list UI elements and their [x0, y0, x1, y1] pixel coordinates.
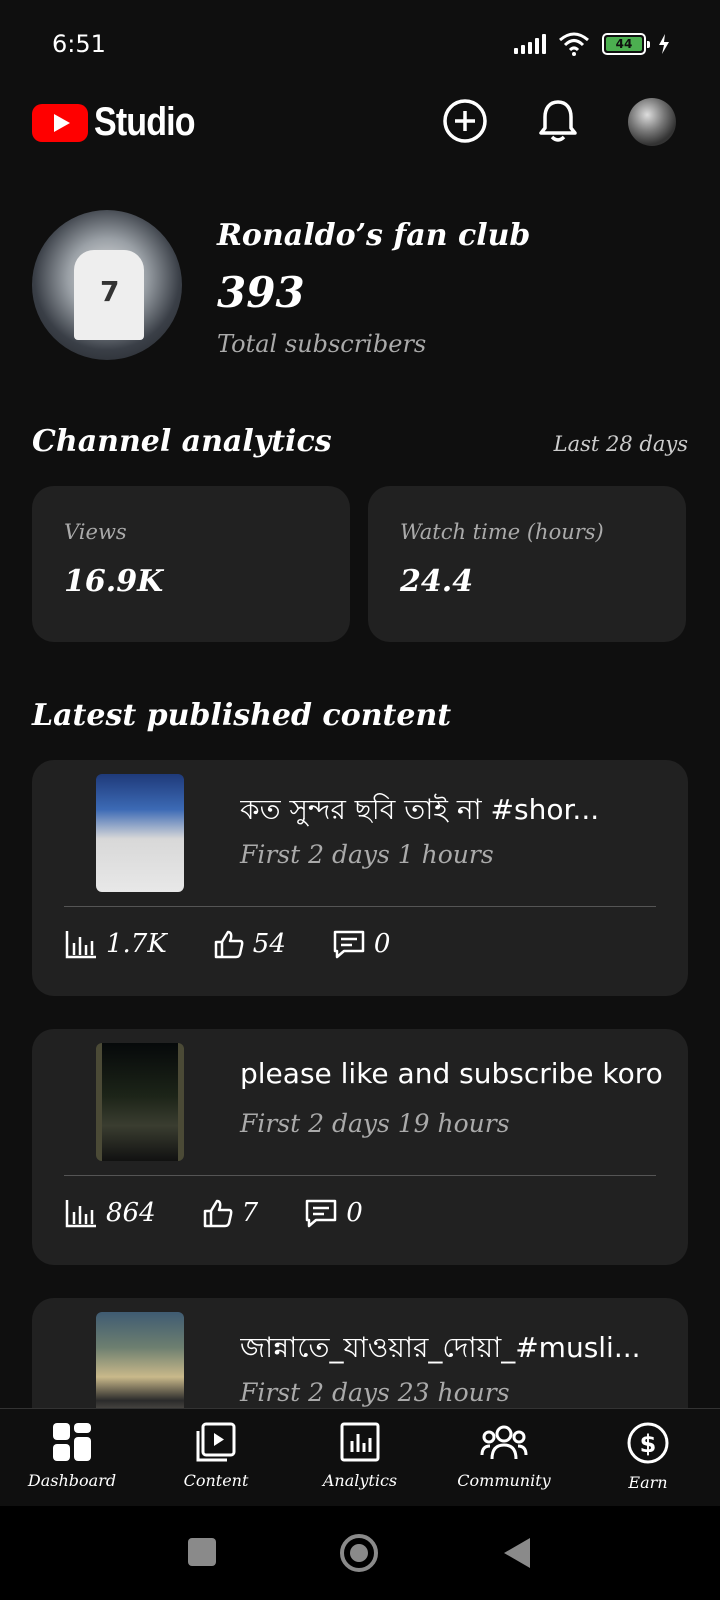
account-avatar[interactable]: [628, 98, 676, 146]
analytics-title: Channel analytics: [32, 424, 332, 459]
channel-avatar[interactable]: 7: [32, 210, 182, 360]
create-icon: [443, 99, 487, 143]
divider: [64, 1175, 656, 1176]
content-icon: [196, 1422, 236, 1462]
youtube-studio-logo[interactable]: Studio: [32, 100, 212, 145]
logo-text: Studio: [94, 100, 196, 144]
video-age: First 2 days 23 hours: [240, 1378, 510, 1407]
nav-analytics[interactable]: Analytics: [288, 1409, 432, 1506]
video-title: জান্নাতে_যাওয়ার_দোয়া_#musli...: [240, 1331, 641, 1364]
likes-count: 7: [241, 1198, 259, 1228]
subscriber-count: 393: [217, 268, 305, 317]
nav-label: Content: [183, 1471, 249, 1490]
likes-stat: 54: [213, 929, 286, 959]
views-count: 1.7K: [106, 929, 167, 959]
views-count: 864: [106, 1198, 156, 1228]
comments-stat: 0: [332, 928, 391, 960]
community-icon: [480, 1425, 528, 1460]
thumbs-up-icon: [203, 1199, 233, 1228]
analytics-icon: [340, 1422, 380, 1462]
watch-time-value: 24.4: [400, 564, 474, 599]
watch-time-card[interactable]: Watch time (hours) 24.4: [368, 486, 686, 642]
views-stat: 1.7K: [64, 929, 167, 959]
comments-count: 0: [373, 929, 391, 959]
video-age: First 2 days 1 hours: [240, 840, 494, 869]
status-icons: 44: [514, 32, 670, 56]
youtube-logo-icon: [32, 103, 88, 142]
video-stats: 864 7 0: [64, 1197, 363, 1229]
bottom-navigation: Dashboard Content Analytics Community $: [0, 1408, 720, 1506]
likes-stat: 7: [202, 1198, 259, 1228]
nav-community[interactable]: Community: [432, 1409, 576, 1506]
battery-icon: 44: [602, 33, 650, 55]
app-header: Studio: [0, 90, 720, 160]
content-card[interactable]: কত সুন্দর ছবি তাই না #shor... First 2 da…: [32, 760, 688, 996]
comment-icon: [333, 930, 365, 959]
comment-icon: [305, 1199, 337, 1228]
views-stat: 864: [64, 1198, 156, 1228]
video-thumbnail[interactable]: [96, 774, 184, 892]
system-navigation-bar: [0, 1506, 720, 1600]
svg-text:$: $: [640, 1430, 657, 1458]
views-value: 16.9K: [64, 564, 164, 599]
signal-icon: [514, 34, 546, 54]
video-age: First 2 days 19 hours: [240, 1109, 510, 1138]
thumbs-up-icon: [214, 930, 244, 959]
video-stats: 1.7K 54 0: [64, 928, 390, 960]
content-card[interactable]: please like and subscribe koro First 2 d…: [32, 1029, 688, 1265]
status-bar: 6:51 44: [0, 0, 720, 90]
video-title: কত সুন্দর ছবি তাই না #shor...: [240, 793, 600, 826]
battery-level: 44: [606, 37, 642, 51]
subscriber-label: Total subscribers: [217, 330, 427, 358]
status-time: 6:51: [52, 30, 106, 58]
bar-chart-icon: [65, 1200, 96, 1228]
latest-content-title: Latest published content: [32, 698, 452, 733]
divider: [64, 906, 656, 907]
views-label: Views: [64, 520, 127, 544]
home-button[interactable]: [340, 1534, 378, 1572]
earn-icon: $: [627, 1422, 669, 1464]
nav-label: Community: [457, 1471, 551, 1490]
comments-stat: 0: [304, 1197, 363, 1229]
analytics-period: Last 28 days: [553, 432, 688, 456]
nav-label: Dashboard: [27, 1471, 117, 1490]
watch-time-label: Watch time (hours): [400, 520, 604, 544]
nav-label: Earn: [628, 1473, 668, 1492]
video-title: please like and subscribe koro: [240, 1057, 663, 1090]
charging-icon: [659, 34, 669, 54]
notifications-button[interactable]: [533, 96, 583, 146]
dashboard-icon: [53, 1423, 91, 1461]
nav-label: Analytics: [322, 1471, 398, 1490]
comments-count: 0: [346, 1198, 363, 1228]
wifi-icon: [559, 32, 589, 56]
nav-content[interactable]: Content: [144, 1409, 288, 1506]
create-button[interactable]: [440, 96, 490, 146]
nav-dashboard[interactable]: Dashboard: [0, 1409, 144, 1506]
channel-name: Ronaldo’s fan club: [217, 218, 531, 253]
bell-icon: [539, 100, 577, 142]
channel-summary: 7 Ronaldo’s fan club 393 Total subscribe…: [32, 210, 692, 360]
views-card[interactable]: Views 16.9K: [32, 486, 350, 642]
bar-chart-icon: [65, 931, 96, 959]
likes-count: 54: [252, 929, 286, 959]
recents-button[interactable]: [188, 1538, 216, 1566]
back-button[interactable]: [502, 1536, 532, 1570]
video-thumbnail[interactable]: [96, 1043, 184, 1161]
nav-earn[interactable]: $ Earn: [576, 1409, 720, 1506]
